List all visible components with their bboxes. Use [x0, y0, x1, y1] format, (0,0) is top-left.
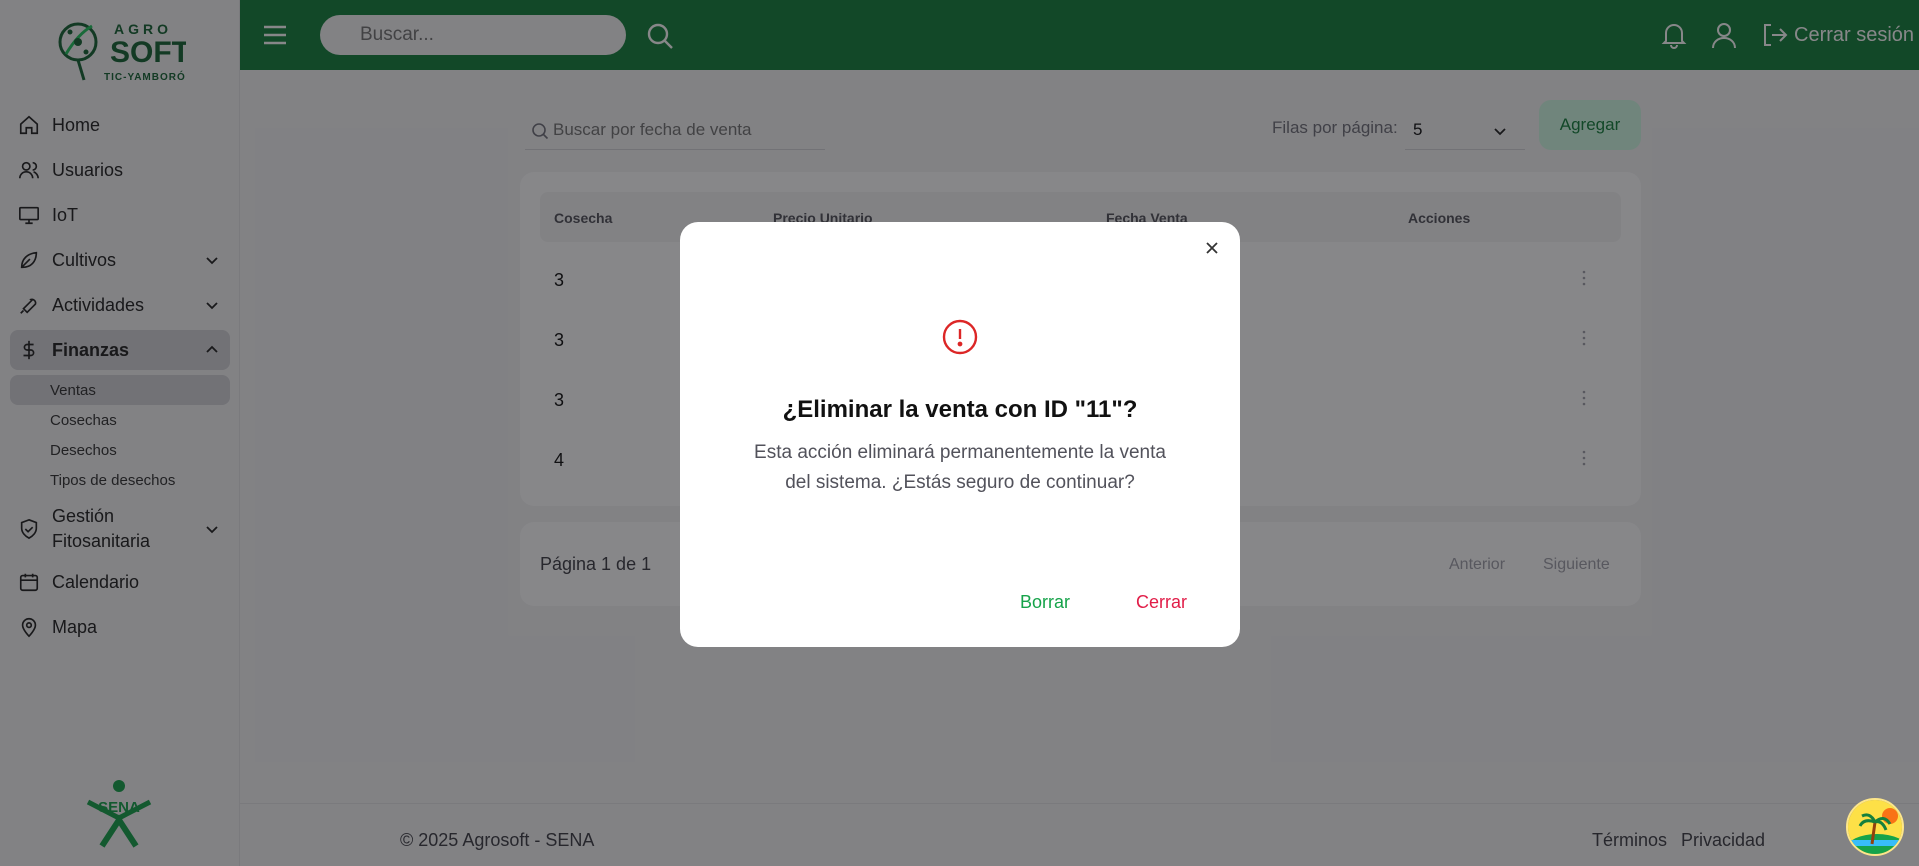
- delete-button[interactable]: Borrar: [1020, 592, 1070, 613]
- dialog-description: Esta acción eliminará permanentemente la…: [754, 442, 1166, 493]
- delete-confirm-dialog: ¿Eliminar la venta con ID "11"? Esta acc…: [680, 222, 1240, 647]
- alert-circle-icon: [942, 319, 978, 355]
- assistant-avatar-button[interactable]: [1846, 798, 1904, 856]
- dialog-title: ¿Eliminar la venta con ID "11"?: [782, 396, 1138, 423]
- close-dialog-button[interactable]: [1200, 236, 1224, 260]
- cancel-button[interactable]: Cerrar: [1136, 592, 1187, 613]
- close-icon: [1206, 242, 1218, 254]
